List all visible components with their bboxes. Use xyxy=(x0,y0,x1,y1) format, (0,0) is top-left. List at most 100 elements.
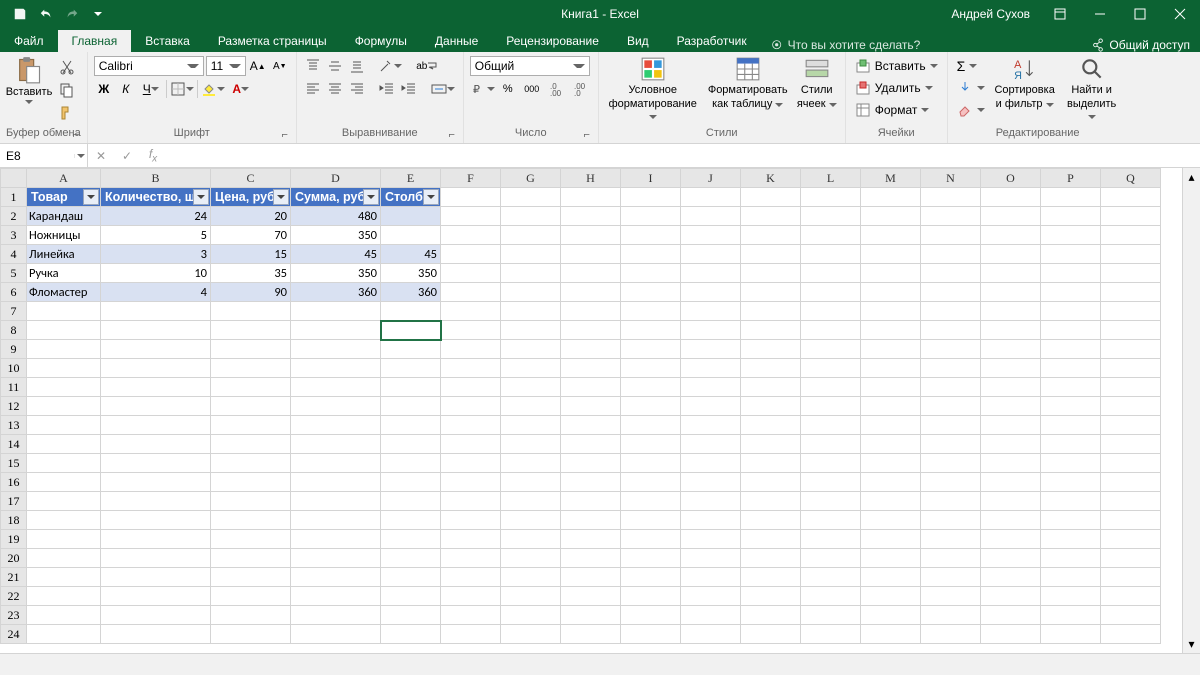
cell[interactable] xyxy=(801,549,861,568)
cell[interactable] xyxy=(921,283,981,302)
cell[interactable] xyxy=(381,454,441,473)
cell[interactable] xyxy=(981,340,1041,359)
cell[interactable] xyxy=(861,492,921,511)
cell[interactable] xyxy=(1041,454,1101,473)
cell[interactable] xyxy=(681,207,741,226)
cell[interactable] xyxy=(27,568,101,587)
cell[interactable] xyxy=(1041,492,1101,511)
cell[interactable] xyxy=(1041,264,1101,283)
cell[interactable] xyxy=(741,492,801,511)
filter-button-icon[interactable] xyxy=(83,189,99,205)
cell[interactable] xyxy=(801,378,861,397)
cell[interactable] xyxy=(1101,188,1161,207)
cell[interactable]: 480 xyxy=(291,207,381,226)
cell[interactable] xyxy=(861,226,921,245)
font-color-icon[interactable]: A xyxy=(228,79,254,99)
filter-button-icon[interactable] xyxy=(363,189,379,205)
tab-insert[interactable]: Вставка xyxy=(131,30,204,52)
cell[interactable] xyxy=(291,473,381,492)
cell[interactable] xyxy=(801,587,861,606)
cell[interactable] xyxy=(501,207,561,226)
cell[interactable] xyxy=(211,302,291,321)
cell[interactable] xyxy=(381,511,441,530)
cell[interactable] xyxy=(101,568,211,587)
col-header-E[interactable]: E xyxy=(381,169,441,188)
cell[interactable]: 35 xyxy=(211,264,291,283)
cell[interactable] xyxy=(561,454,621,473)
cell[interactable] xyxy=(741,397,801,416)
row-header-23[interactable]: 23 xyxy=(1,606,27,625)
cell[interactable] xyxy=(1101,321,1161,340)
cell[interactable] xyxy=(1041,568,1101,587)
qat-customize-icon[interactable] xyxy=(86,3,110,25)
cell[interactable] xyxy=(441,245,501,264)
sort-filter-button[interactable]: АЯ Сортировкаи фильтр xyxy=(992,56,1058,110)
cell[interactable] xyxy=(981,302,1041,321)
cell[interactable] xyxy=(861,302,921,321)
col-header-G[interactable]: G xyxy=(501,169,561,188)
cell[interactable] xyxy=(1041,625,1101,644)
cell[interactable] xyxy=(1041,549,1101,568)
cell[interactable] xyxy=(681,454,741,473)
dialog-launcher-icon[interactable]: ⌐ xyxy=(447,129,457,139)
cell[interactable] xyxy=(621,207,681,226)
cell[interactable] xyxy=(981,511,1041,530)
cell[interactable] xyxy=(381,530,441,549)
cell[interactable] xyxy=(801,359,861,378)
dialog-launcher-icon[interactable]: ⌐ xyxy=(280,129,290,139)
col-header-F[interactable]: F xyxy=(441,169,501,188)
cell[interactable] xyxy=(801,473,861,492)
cell[interactable] xyxy=(681,416,741,435)
cell[interactable] xyxy=(561,188,621,207)
cell[interactable] xyxy=(921,568,981,587)
cell[interactable] xyxy=(381,207,441,226)
cell[interactable] xyxy=(981,473,1041,492)
cell[interactable] xyxy=(681,340,741,359)
cell[interactable] xyxy=(921,473,981,492)
cell[interactable] xyxy=(441,340,501,359)
cell[interactable] xyxy=(681,283,741,302)
cell[interactable] xyxy=(861,568,921,587)
tab-file[interactable]: Файл xyxy=(0,30,58,52)
cell[interactable] xyxy=(101,340,211,359)
cell[interactable] xyxy=(211,549,291,568)
cell[interactable] xyxy=(501,587,561,606)
cell[interactable] xyxy=(211,568,291,587)
cell[interactable] xyxy=(861,188,921,207)
select-all-corner[interactable] xyxy=(1,169,27,188)
paste-button[interactable]: Вставить xyxy=(6,56,52,104)
cell[interactable] xyxy=(1101,416,1161,435)
cell[interactable] xyxy=(861,397,921,416)
cell[interactable] xyxy=(441,587,501,606)
cell[interactable] xyxy=(681,530,741,549)
cell[interactable] xyxy=(501,302,561,321)
cell[interactable] xyxy=(501,549,561,568)
cell[interactable] xyxy=(211,492,291,511)
cell[interactable] xyxy=(291,321,381,340)
cell[interactable] xyxy=(621,511,681,530)
tab-view[interactable]: Вид xyxy=(613,30,663,52)
cell[interactable] xyxy=(681,188,741,207)
cell[interactable] xyxy=(921,606,981,625)
filter-button-icon[interactable] xyxy=(193,189,209,205)
cell[interactable] xyxy=(921,188,981,207)
cell[interactable] xyxy=(561,625,621,644)
scroll-down-icon[interactable]: ▾ xyxy=(1183,635,1200,653)
cell[interactable] xyxy=(441,530,501,549)
cell[interactable]: Карандаш xyxy=(27,207,101,226)
cell[interactable] xyxy=(801,397,861,416)
cell[interactable] xyxy=(381,321,441,340)
cell[interactable] xyxy=(1101,302,1161,321)
cell[interactable] xyxy=(1041,340,1101,359)
cell[interactable] xyxy=(741,625,801,644)
dialog-launcher-icon[interactable]: ⌐ xyxy=(71,129,81,139)
cell[interactable] xyxy=(861,511,921,530)
font-name-combo[interactable]: Calibri xyxy=(94,56,204,76)
cell[interactable] xyxy=(1041,606,1101,625)
autosum-button[interactable]: Σ xyxy=(954,56,988,76)
cell[interactable] xyxy=(441,226,501,245)
cell[interactable] xyxy=(741,302,801,321)
cell[interactable] xyxy=(1041,245,1101,264)
cell[interactable] xyxy=(681,245,741,264)
cell[interactable] xyxy=(501,321,561,340)
